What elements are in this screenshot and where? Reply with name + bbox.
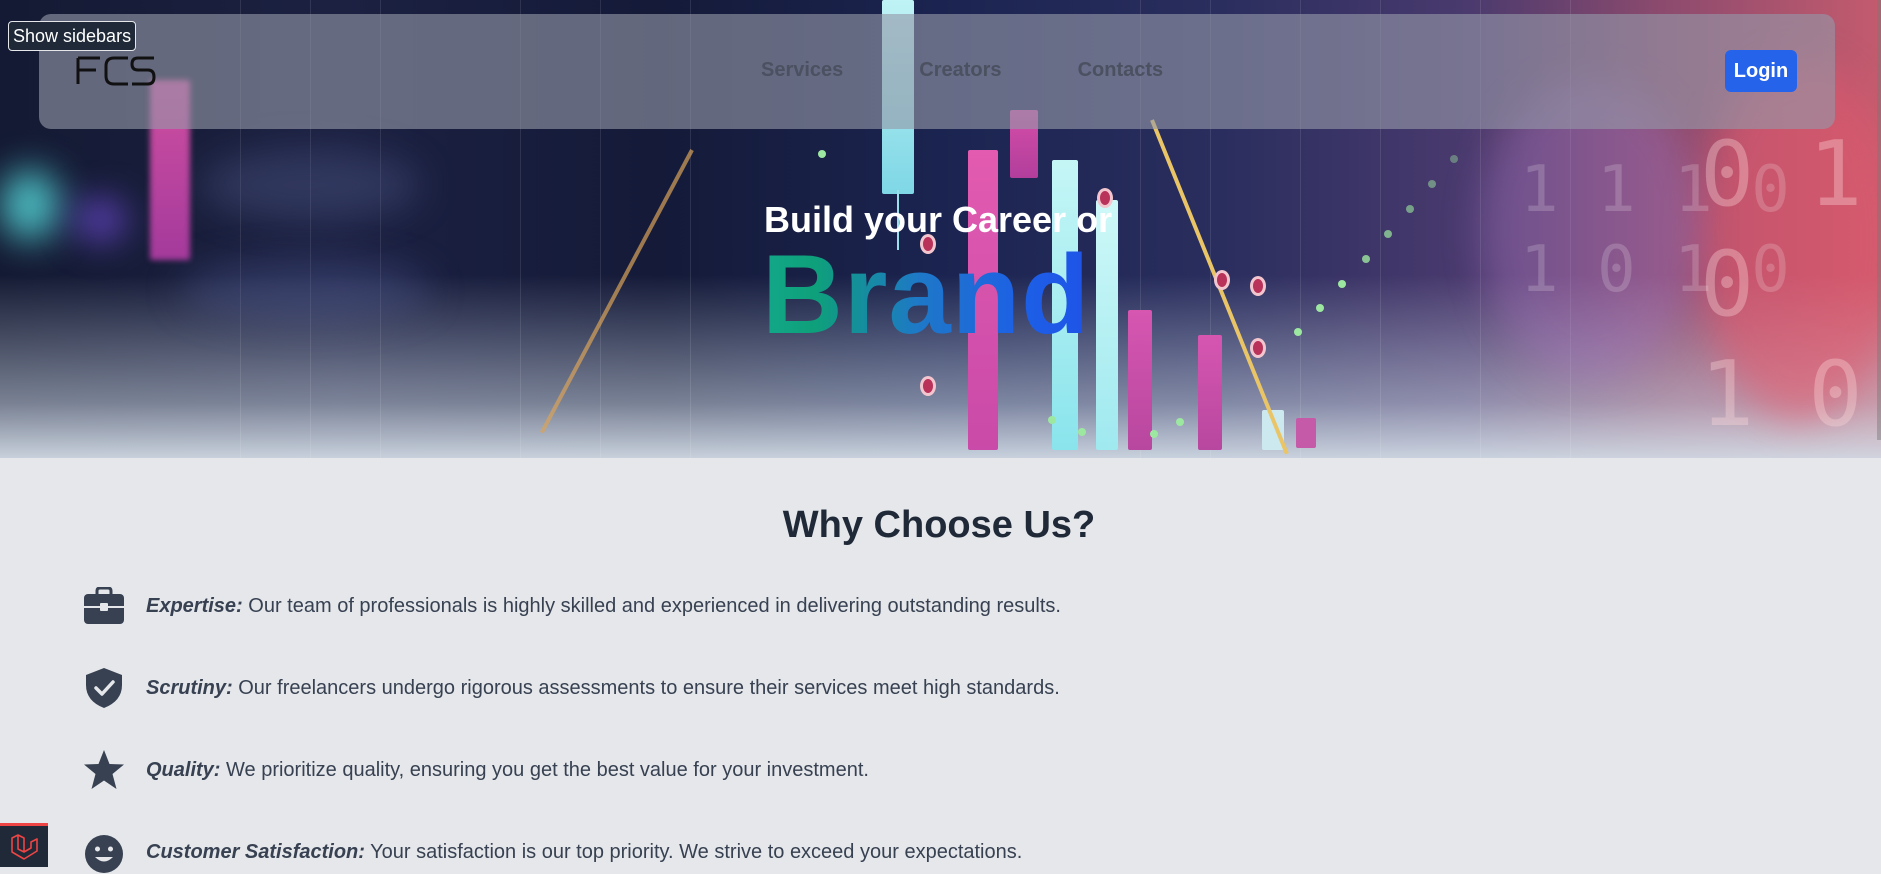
feature-description: Our team of professionals is highly skil… [242, 594, 1061, 617]
laravel-debugbar-toggle[interactable] [0, 823, 48, 867]
feature-item-customer-satisfaction: Customer Satisfaction: Your satisfaction… [82, 830, 1022, 874]
fcs-logo-icon [76, 56, 156, 86]
shield-check-icon [82, 666, 126, 710]
show-sidebars-button[interactable]: Show sidebars [8, 21, 137, 51]
login-button[interactable]: Login [1725, 50, 1797, 92]
smile-icon [82, 830, 126, 874]
feature-item-quality: Quality: We prioritize quality, ensuring… [82, 748, 869, 792]
feature-text: Expertise: Our team of professionals is … [146, 595, 1061, 618]
nav-link-services[interactable]: Services [761, 59, 843, 82]
feature-description: Your satisfaction is our top priority. W… [364, 840, 1023, 863]
hero-brand-word: Brand [762, 236, 1112, 354]
feature-item-expertise: Expertise: Our team of professionals is … [82, 584, 1061, 628]
feature-text: Customer Satisfaction: Your satisfaction… [146, 841, 1022, 864]
feature-label: Customer Satisfaction: [146, 840, 365, 863]
feature-item-scrutiny: Scrutiny: Our freelancers undergo rigoro… [82, 666, 1060, 710]
fcs-logo[interactable] [76, 54, 156, 88]
feature-description: Our freelancers undergo rigorous assessm… [232, 676, 1060, 699]
feature-label: Scrutiny: [146, 676, 233, 699]
briefcase-icon [82, 584, 126, 628]
feature-text: Scrutiny: Our freelancers undergo rigoro… [146, 677, 1060, 700]
nav-link-contacts[interactable]: Contacts [1078, 59, 1164, 82]
feature-text: Quality: We prioritize quality, ensuring… [146, 759, 869, 782]
top-navbar: Services Creators Contacts Login [39, 14, 1835, 129]
nav-link-creators[interactable]: Creators [919, 59, 1001, 82]
nav-links: Services Creators Contacts [761, 59, 1239, 82]
star-icon [82, 748, 126, 792]
laravel-icon [11, 833, 38, 860]
why-choose-us-section: Why Choose Us? Expertise: Our team of pr… [0, 458, 1881, 873]
section-title: Why Choose Us? [782, 504, 1096, 546]
hero-headline: Build your Career or Brand [762, 196, 1112, 354]
page-scrollbar[interactable] [1877, 0, 1881, 440]
feature-label: Expertise: [146, 594, 243, 617]
feature-description: We prioritize quality, ensuring you get … [220, 758, 869, 781]
feature-label: Quality: [146, 758, 221, 781]
